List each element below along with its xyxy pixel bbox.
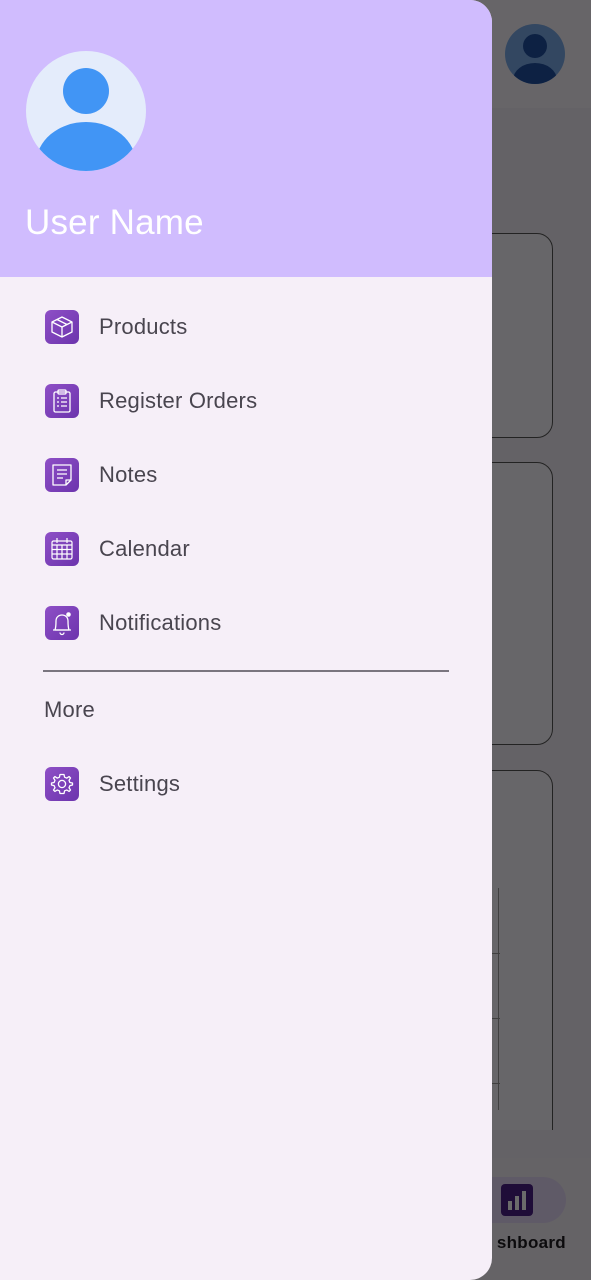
menu-item-products[interactable]: Products [0,297,492,357]
clipboard-icon [45,384,79,418]
menu-item-calendar[interactable]: Calendar [0,519,492,579]
note-icon [45,458,79,492]
box-icon [45,310,79,344]
screen: shboard User Name Produ [0,0,591,1280]
menu-item-label: Products [99,314,188,339]
gear-icon [45,767,79,801]
menu-item-label: Register Orders [99,388,258,413]
profile-avatar-icon[interactable] [26,51,146,171]
menu-item-label: Notes [99,462,158,487]
section-title-more: More [44,697,95,722]
navigation-drawer: User Name Products Register Orders Notes… [0,0,492,1280]
drawer-header: User Name [0,0,492,277]
menu-item-notifications[interactable]: Notifications [0,593,492,653]
menu-item-register-orders[interactable]: Register Orders [0,371,492,431]
menu-item-label: Settings [99,771,181,796]
menu-item-settings[interactable]: Settings [0,754,492,814]
menu-divider [43,670,449,672]
menu-item-label: Calendar [99,536,190,561]
calendar-icon [45,532,79,566]
menu-item-notes[interactable]: Notes [0,445,492,505]
bell-icon [45,606,79,640]
menu-item-label: Notifications [99,610,222,635]
user-name: User Name [25,203,204,242]
